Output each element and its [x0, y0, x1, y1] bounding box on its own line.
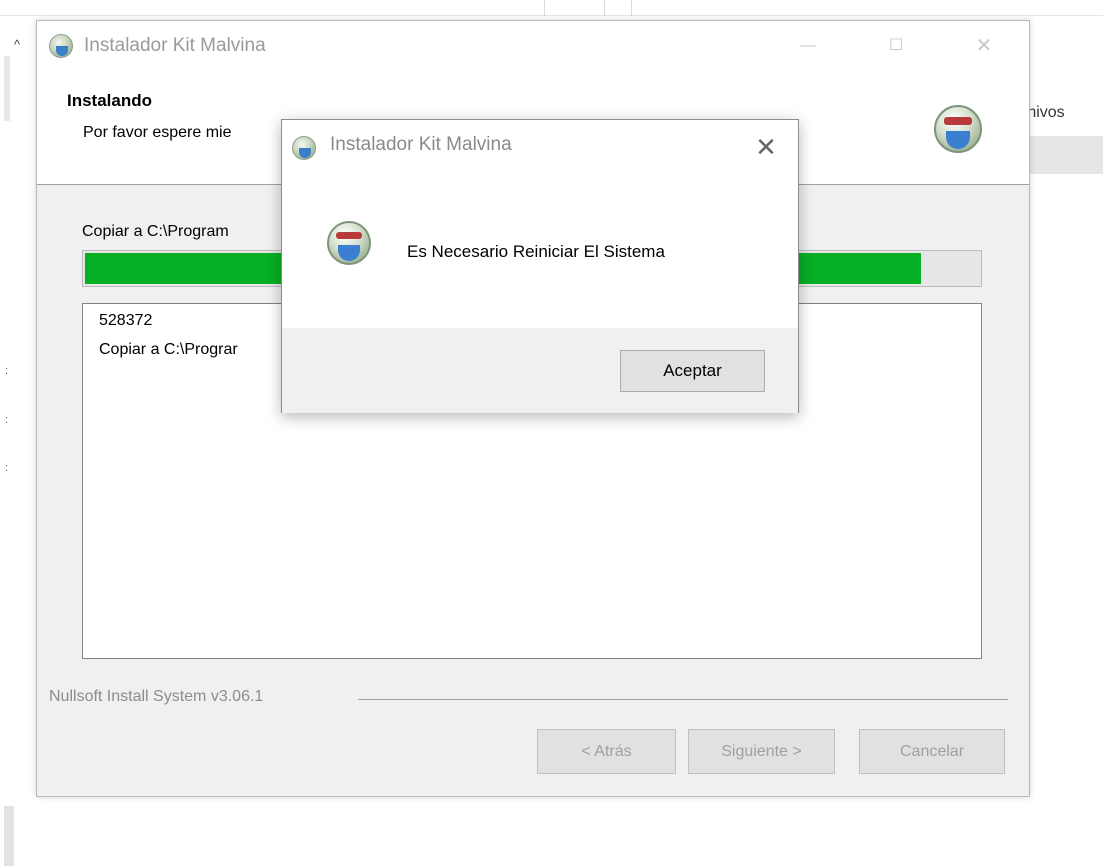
- close-button[interactable]: ✕: [961, 29, 1007, 63]
- background-band: [1030, 136, 1103, 174]
- dialog-footer: Aceptar: [282, 328, 798, 413]
- restart-message-dialog: Instalador Kit Malvina ✕ Es Necesario Re…: [281, 119, 799, 413]
- background-dots: :: [5, 462, 9, 474]
- background-divider: [604, 0, 605, 16]
- maximize-button[interactable]: ☐: [873, 29, 919, 63]
- back-button[interactable]: < Atrás: [537, 729, 676, 774]
- background-scroll-strip: [4, 56, 10, 121]
- installer-app-icon: [49, 34, 73, 58]
- log-line: 528372: [99, 312, 153, 329]
- cancel-button[interactable]: Cancelar: [859, 729, 1005, 774]
- kit-malvina-logo-icon: [934, 105, 982, 153]
- logo-arrow: [338, 245, 360, 261]
- branding-divider: [358, 699, 1008, 700]
- logo-band: [336, 232, 362, 239]
- accept-button[interactable]: Aceptar: [620, 350, 765, 392]
- background-divider: [544, 0, 545, 16]
- installer-window-title: Instalador Kit Malvina: [84, 35, 266, 56]
- background-divider: [631, 0, 632, 16]
- page-title: Instalando: [67, 91, 153, 110]
- log-line: Copiar a C:\Prograr: [99, 341, 238, 358]
- collapse-caret-icon[interactable]: ^: [14, 37, 20, 52]
- branding-text: Nullsoft Install System v3.06.1: [49, 688, 264, 705]
- logo-band: [944, 117, 972, 125]
- dialog-close-button[interactable]: ✕: [748, 132, 784, 162]
- background-dots: :: [5, 365, 9, 377]
- kit-malvina-logo-icon: [327, 221, 371, 265]
- installer-titlebar[interactable]: Instalador Kit Malvina — ☐ ✕: [37, 21, 1029, 71]
- background-scroll-strip: [4, 806, 14, 866]
- dialog-app-icon: [292, 136, 316, 160]
- dialog-message: Es Necesario Reiniciar El Sistema: [407, 242, 665, 261]
- background-top-bar: [0, 0, 1103, 16]
- next-button[interactable]: Siguiente >: [688, 729, 835, 774]
- background-left-panel: [0, 16, 14, 866]
- minimize-button[interactable]: —: [785, 29, 831, 63]
- page-subtitle: Por favor espere mie: [83, 124, 232, 141]
- dialog-title: Instalador Kit Malvina: [330, 134, 512, 155]
- background-dots: :: [5, 414, 9, 426]
- progress-detail-label: Copiar a C:\Program: [82, 223, 229, 240]
- logo-arrow: [946, 131, 970, 149]
